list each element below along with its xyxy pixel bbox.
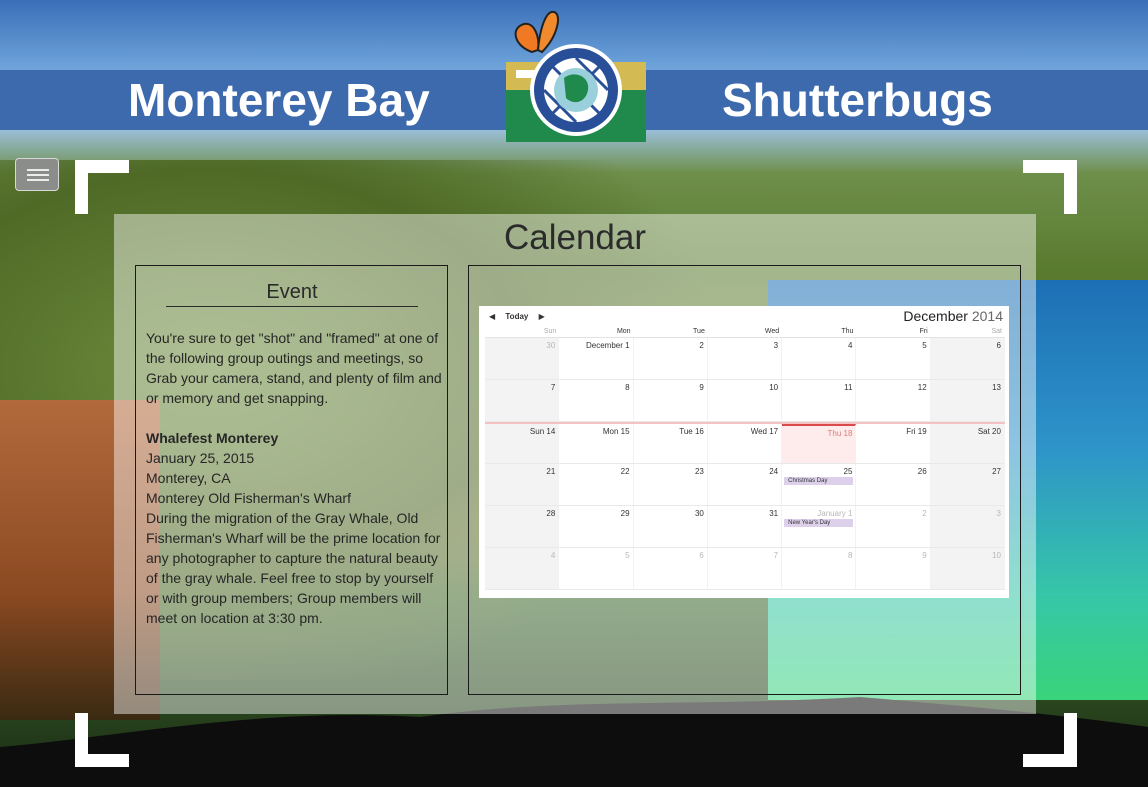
prev-month-button[interactable]: ◀ (489, 312, 495, 321)
event-date: January 25, 2015 (146, 450, 255, 466)
event-intro: You're sure to get "shot" and "framed" a… (146, 330, 442, 406)
event-heading: Event (166, 281, 418, 307)
calendar-day[interactable]: 7 (708, 548, 783, 589)
calendar-day[interactable]: 22 (559, 464, 634, 505)
frame-corner-bottom-right (1023, 713, 1077, 767)
calendar-day[interactable]: 23 (634, 464, 708, 505)
weekday-label: Tue (693, 328, 705, 335)
calendar-widget: ◀ Today ▶ December 2014 Sun Mon Tue Wed … (479, 306, 1009, 598)
calendar-day[interactable]: 11 (782, 380, 857, 421)
event-venue: Monterey Old Fisherman's Wharf (146, 490, 351, 506)
calendar-day[interactable]: 31 (708, 506, 783, 547)
frame-corner-bottom-left (75, 713, 129, 767)
calendar-day[interactable]: 26 (856, 464, 931, 505)
calendar-month: December (903, 308, 968, 324)
calendar-day[interactable]: 4 (782, 338, 857, 379)
calendar-day[interactable]: 29 (559, 506, 634, 547)
event-body: You're sure to get "shot" and "framed" a… (146, 328, 442, 628)
calendar-day-today[interactable]: Thu 18 (782, 424, 857, 463)
event-description: During the migration of the Gray Whale, … (146, 510, 441, 626)
calendar-day[interactable]: 9 (634, 380, 708, 421)
calendar-day[interactable]: 9 (856, 548, 931, 589)
calendar-day[interactable]: 8 (782, 548, 857, 589)
calendar-day[interactable]: 30 (634, 506, 708, 547)
frame-corner-top-left (75, 160, 129, 214)
calendar-day[interactable]: 10 (930, 548, 1005, 589)
event-name: Whalefest Monterey (146, 430, 279, 446)
site-title-right: Shutterbugs (722, 74, 993, 126)
calendar-week-row: 7 8 9 10 11 12 13 (485, 380, 1005, 422)
calendar-day[interactable]: Mon 15 (559, 424, 634, 463)
calendar-day[interactable]: 21 (485, 464, 560, 505)
weekday-header-row: Sun Mon Tue Wed Thu Fri Sat (485, 328, 1005, 338)
next-month-button[interactable]: ▶ (539, 312, 545, 321)
calendar-day[interactable]: 4 (485, 548, 560, 589)
calendar-day[interactable]: 2 (634, 338, 708, 379)
calendar-day[interactable]: 10 (708, 380, 783, 421)
today-button[interactable]: Today (505, 312, 528, 321)
event-box: Event You're sure to get "shot" and "fra… (135, 265, 448, 695)
calendar-year: 2014 (971, 308, 1003, 324)
calendar-day[interactable]: Fri 19 (856, 424, 931, 463)
calendar-day[interactable]: 6 (634, 548, 708, 589)
camera-logo-icon[interactable] (504, 6, 648, 144)
weekday-label: Fri (919, 328, 928, 335)
calendar-grid: Sun Mon Tue Wed Thu Fri Sat 30 December … (485, 328, 1005, 590)
weekday-label: Thu (841, 328, 854, 335)
menu-toggle-button[interactable] (15, 158, 59, 191)
weekday-label: Mon (616, 328, 631, 335)
event-city: Monterey, CA (146, 470, 231, 486)
calendar-day[interactable]: 5 (856, 338, 931, 379)
calendar-day[interactable]: 13 (930, 380, 1005, 421)
calendar-day[interactable]: 5 (559, 548, 634, 589)
weekday-label: Sat (991, 328, 1002, 335)
calendar-week-row: 4 5 6 7 8 9 10 (485, 548, 1005, 590)
calendar-day[interactable]: 3 (930, 506, 1005, 547)
calendar-week-row: 30 December 1 2 3 4 5 6 (485, 338, 1005, 380)
calendar-day[interactable]: 8 (559, 380, 634, 421)
weekday-label: Sun (543, 328, 557, 335)
calendar-day[interactable]: Wed 17 (708, 424, 783, 463)
calendar-day[interactable]: 25 Christmas Day (782, 464, 857, 505)
calendar-day[interactable]: 27 (930, 464, 1005, 505)
calendar-event-christmas[interactable]: Christmas Day (784, 477, 854, 485)
calendar-day-number: January 1 (817, 509, 853, 518)
calendar-day[interactable]: Sun 14 (485, 424, 560, 463)
calendar-event-new-year[interactable]: New Year's Day (784, 519, 854, 527)
calendar-month-title: December 2014 (903, 308, 1003, 324)
calendar-week-row: 21 22 23 24 25 Christmas Day 26 27 (485, 464, 1005, 506)
calendar-day[interactable]: Tue 16 (634, 424, 708, 463)
calendar-day-number: 25 (843, 467, 853, 476)
calendar-day[interactable]: 2 (856, 506, 931, 547)
page-title: Calendar (503, 218, 647, 257)
calendar-week-row-current: Sun 14 Mon 15 Tue 16 Wed 17 Thu 18 Fri 1… (485, 422, 1005, 464)
calendar-week-row: 28 29 30 31 January 1 New Year's Day 2 3 (485, 506, 1005, 548)
calendar-day[interactable]: January 1 New Year's Day (782, 506, 857, 547)
calendar-day[interactable]: Sat 20 (930, 424, 1005, 463)
calendar-nav: ◀ Today ▶ (489, 312, 553, 321)
calendar-day[interactable]: 7 (485, 380, 560, 421)
calendar-day[interactable]: 12 (856, 380, 931, 421)
calendar-day[interactable]: 30 (485, 338, 560, 379)
weekday-label: Wed (764, 328, 780, 335)
calendar-day[interactable]: December 1 (559, 338, 634, 379)
frame-corner-top-right (1023, 160, 1077, 214)
calendar-day[interactable]: 28 (485, 506, 560, 547)
site-title-left: Monterey Bay (128, 74, 430, 126)
calendar-day[interactable]: 24 (708, 464, 783, 505)
calendar-day[interactable]: 6 (930, 338, 1005, 379)
calendar-day[interactable]: 3 (708, 338, 783, 379)
